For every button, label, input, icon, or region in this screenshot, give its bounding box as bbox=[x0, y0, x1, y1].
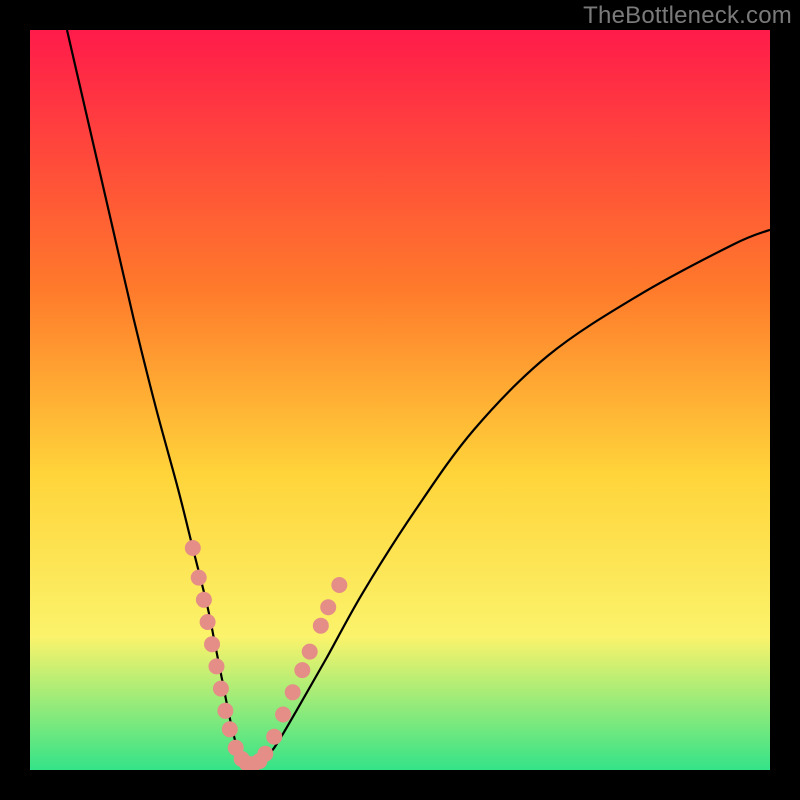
highlight-dot bbox=[200, 614, 216, 630]
gradient-background bbox=[30, 30, 770, 770]
highlight-dot bbox=[266, 729, 282, 745]
highlight-dot bbox=[185, 540, 201, 556]
highlight-dot bbox=[294, 662, 310, 678]
highlight-dot bbox=[204, 636, 220, 652]
watermark-text: TheBottleneck.com bbox=[583, 2, 792, 30]
plot-area bbox=[30, 30, 770, 770]
highlight-dot bbox=[191, 570, 207, 586]
bottleneck-chart bbox=[30, 30, 770, 770]
highlight-dot bbox=[302, 644, 318, 660]
highlight-dot bbox=[196, 592, 212, 608]
highlight-dot bbox=[285, 684, 301, 700]
highlight-dot bbox=[331, 577, 347, 593]
highlight-dot bbox=[275, 707, 291, 723]
highlight-dot bbox=[208, 658, 224, 674]
highlight-dot bbox=[313, 618, 329, 634]
highlight-dot bbox=[320, 599, 336, 615]
chart-frame: TheBottleneck.com bbox=[0, 0, 800, 800]
highlight-dot bbox=[213, 681, 229, 697]
highlight-dot bbox=[222, 721, 238, 737]
highlight-dot bbox=[257, 746, 273, 762]
highlight-dot bbox=[217, 703, 233, 719]
